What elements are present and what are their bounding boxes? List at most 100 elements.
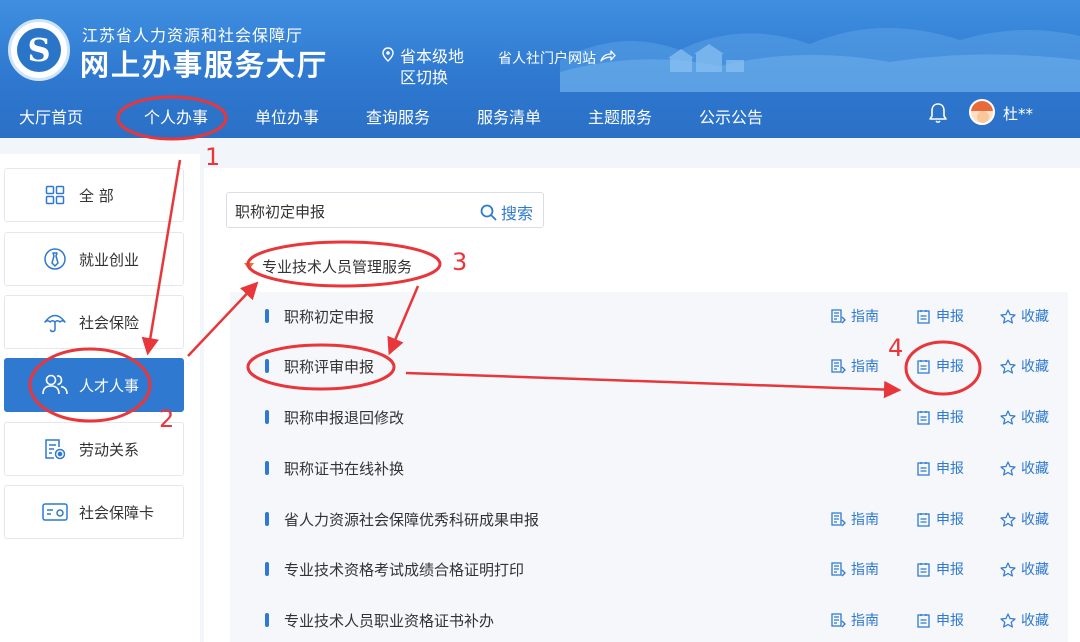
site-title: 网上办事服务大厅 (80, 48, 329, 82)
favorite-link[interactable]: 收藏 (1000, 559, 1049, 579)
apply-link[interactable]: 申报 (916, 306, 964, 326)
header-landscape-decoration (560, 27, 1080, 92)
guide-link[interactable]: 指南 (830, 559, 879, 579)
collapse-arrow-icon (244, 263, 254, 270)
apply-icon (917, 461, 930, 476)
favorite-link[interactable]: 收藏 (1000, 610, 1049, 630)
favorite-link[interactable]: 收藏 (1000, 356, 1049, 376)
tie-icon (41, 245, 69, 273)
apply-link[interactable]: 申报 (916, 458, 964, 478)
service-group-title: 专业技术人员管理服务 (262, 258, 413, 276)
guide-label: 指南 (851, 309, 879, 325)
guide-link[interactable]: 指南 (830, 610, 879, 630)
page: S 江苏省人力资源和社会保障厅 网上办事服务大厅 省本级地 区切换 省人社门户网… (0, 0, 1080, 642)
apply-icon (917, 410, 930, 425)
guide-link[interactable]: 指南 (830, 306, 879, 326)
user-name[interactable]: 杜** (1003, 103, 1033, 124)
region-switch-line1: 省本级地 (400, 47, 465, 66)
search-button-label: 搜索 (500, 204, 533, 223)
service-title[interactable]: 职称申报退回修改 (284, 407, 404, 428)
apply-icon (917, 359, 930, 374)
guide-label: 指南 (851, 562, 879, 578)
guide-label: 指南 (851, 613, 879, 629)
service-group-toggle[interactable]: 专业技术人员管理服务 (244, 256, 412, 277)
category-label: 人才人事 (79, 376, 140, 395)
star-icon (1000, 409, 1016, 425)
favorite-link[interactable]: 收藏 (1000, 509, 1049, 529)
favorite-label: 收藏 (1021, 512, 1049, 528)
region-switch-line2: 区切换 (400, 68, 449, 87)
category-social-security-card[interactable]: 社会保障卡 (4, 485, 184, 539)
category-talent-personnel[interactable]: 人才人事 (4, 358, 184, 412)
portal-link[interactable]: 省人社门户网站 (498, 48, 616, 68)
bell-icon[interactable] (928, 101, 948, 125)
apply-icon (917, 309, 930, 324)
apply-label: 申报 (936, 613, 964, 629)
guide-label: 指南 (851, 359, 879, 375)
guide-link[interactable]: 指南 (830, 356, 879, 376)
nav-query-service[interactable]: 查询服务 (366, 104, 430, 128)
user-avatar[interactable] (969, 99, 995, 125)
category-label: 社会保险 (79, 313, 140, 332)
site-header: S 江苏省人力资源和社会保障厅 网上办事服务大厅 省本级地 区切换 省人社门户网… (0, 0, 1080, 138)
service-title[interactable]: 专业技术人员职业资格证书补办 (284, 610, 494, 631)
apply-icon (917, 512, 930, 527)
star-icon (1000, 308, 1016, 324)
service-title[interactable]: 省人力资源社会保障优秀科研成果申报 (284, 509, 539, 530)
nav-announcements[interactable]: 公示公告 (699, 104, 763, 128)
apply-link[interactable]: 申报 (916, 509, 964, 529)
annotation-number-4: 4 (888, 334, 904, 362)
guide-link[interactable]: 指南 (830, 509, 879, 529)
grid-icon (41, 181, 69, 209)
favorite-label: 收藏 (1021, 359, 1049, 375)
favorite-label: 收藏 (1021, 613, 1049, 629)
star-icon (1000, 511, 1016, 527)
region-switch-link[interactable]: 省本级地 区切换 (382, 46, 464, 88)
nav-personal-affairs[interactable]: 个人办事 (144, 104, 208, 128)
apply-link[interactable]: 申报 (916, 356, 964, 376)
apply-link[interactable]: 申报 (916, 407, 964, 427)
service-title[interactable]: 专业技术资格考试成绩合格证明打印 (284, 559, 524, 580)
search-box: 搜索 (226, 192, 544, 228)
category-all[interactable]: 全 部 (4, 168, 184, 222)
guide-icon (831, 308, 846, 323)
category-labor-relations[interactable]: 劳动关系 (4, 422, 184, 476)
service-title[interactable]: 职称证书在线补换 (284, 458, 404, 479)
service-title[interactable]: 职称初定申报 (284, 306, 374, 327)
favorite-link[interactable]: 收藏 (1000, 407, 1049, 427)
apply-link[interactable]: 申报 (916, 610, 964, 630)
category-label: 社会保障卡 (79, 503, 155, 522)
favorite-label: 收藏 (1021, 461, 1049, 477)
star-icon (1000, 460, 1016, 476)
nav-service-list[interactable]: 服务清单 (477, 104, 541, 128)
annotation-number-3: 3 (452, 248, 468, 276)
favorite-link[interactable]: 收藏 (1000, 458, 1049, 478)
service-row: 职称申报退回修改 申报 收藏 (230, 393, 1068, 444)
apply-label: 申报 (936, 359, 964, 375)
search-input[interactable] (235, 201, 465, 221)
service-title[interactable]: 职称评审申报 (284, 356, 374, 377)
favorite-link[interactable]: 收藏 (1000, 306, 1049, 326)
people-icon (41, 371, 69, 399)
service-row: 专业技术人员职业资格证书补办 指南 申报 收藏 (230, 596, 1068, 642)
search-button[interactable]: 搜索 (480, 200, 533, 224)
guide-icon (831, 358, 846, 373)
apply-label: 申报 (936, 512, 964, 528)
category-employment[interactable]: 就业创业 (4, 232, 184, 286)
service-row: 职称初定申报 指南 申报 收藏 (230, 292, 1068, 343)
service-row: 专业技术资格考试成绩合格证明打印 指南 申报 收藏 (230, 545, 1068, 596)
search-icon (480, 204, 497, 220)
nav-unit-affairs[interactable]: 单位办事 (255, 104, 319, 128)
star-icon (1000, 612, 1016, 628)
apply-label: 申报 (936, 461, 964, 477)
portal-link-label: 省人社门户网站 (498, 51, 596, 67)
annotation-number-1: 1 (205, 143, 221, 171)
apply-icon (917, 562, 930, 577)
category-label: 就业创业 (79, 250, 140, 269)
nav-home[interactable]: 大厅首页 (19, 104, 83, 128)
category-social-insurance[interactable]: 社会保险 (4, 295, 184, 349)
document-seal-icon (41, 435, 69, 463)
share-arrow-icon (600, 50, 616, 66)
nav-theme-service[interactable]: 主题服务 (588, 104, 652, 128)
apply-link[interactable]: 申报 (916, 559, 964, 579)
